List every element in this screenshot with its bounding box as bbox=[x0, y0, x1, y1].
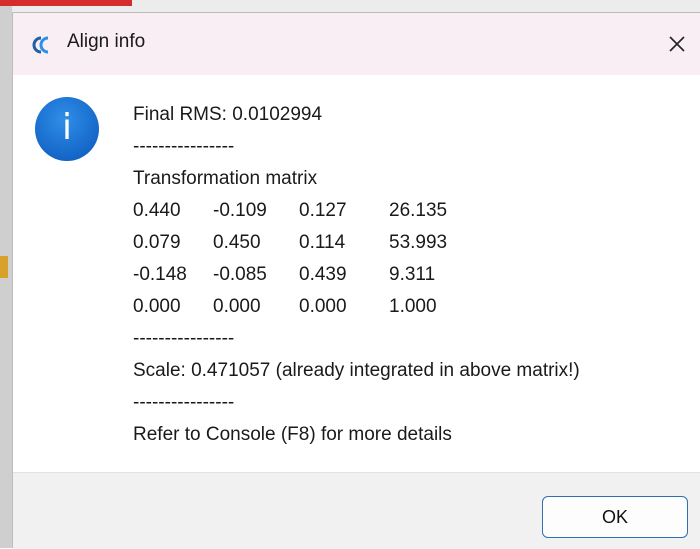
matrix-cell: 0.127 bbox=[299, 200, 347, 221]
matrix-row: 0.000 0.000 0.000 1.000 bbox=[133, 291, 580, 323]
matrix-cell: 0.000 bbox=[299, 296, 347, 317]
matrix-cell: 53.993 bbox=[389, 232, 448, 253]
matrix-cell: 26.135 bbox=[389, 200, 448, 221]
ok-button[interactable]: OK bbox=[542, 496, 688, 538]
final-rms-text: Final RMS: 0.0102994 bbox=[133, 104, 323, 125]
matrix-cell: 0.440 bbox=[133, 200, 181, 221]
matrix-cell: 9.311 bbox=[389, 264, 436, 285]
close-icon bbox=[669, 36, 685, 52]
message-text: Final RMS: 0.0102994 ---------------- Tr… bbox=[133, 99, 580, 451]
title-bar: Align info bbox=[13, 13, 700, 75]
matrix-cell: 0.000 bbox=[213, 296, 261, 317]
matrix-row: -0.148 -0.085 0.439 9.311 bbox=[133, 259, 580, 291]
matrix-cell: 1.000 bbox=[389, 296, 437, 317]
separator-text: ---------------- bbox=[133, 392, 235, 413]
button-bar: OK bbox=[13, 472, 700, 549]
matrix-cell: 0.079 bbox=[133, 232, 181, 253]
scale-text: Scale: 0.471057 (already integrated in a… bbox=[133, 360, 580, 381]
separator-text: ---------------- bbox=[133, 328, 235, 349]
background-accent-strip-2 bbox=[0, 256, 8, 278]
align-info-dialog: Align info i Final RMS: 0.0102994 ------… bbox=[12, 12, 700, 549]
matrix-row: 0.079 0.450 0.114 53.993 bbox=[133, 227, 580, 259]
matrix-cell: 0.000 bbox=[133, 296, 181, 317]
matrix-label: Transformation matrix bbox=[133, 168, 318, 189]
matrix-row: 0.440 -0.109 0.127 26.135 bbox=[133, 195, 580, 227]
matrix-cell: -0.109 bbox=[213, 200, 267, 221]
separator-text: ---------------- bbox=[133, 136, 235, 157]
console-hint-text: Refer to Console (F8) for more details bbox=[133, 424, 452, 445]
matrix-cell: -0.148 bbox=[133, 264, 187, 285]
info-icon: i bbox=[35, 97, 99, 161]
background-accent-strip bbox=[0, 0, 132, 6]
cloudcompare-icon bbox=[31, 35, 55, 55]
matrix-cell: 0.114 bbox=[299, 232, 346, 253]
close-button[interactable] bbox=[660, 27, 694, 61]
matrix-cell: -0.085 bbox=[213, 264, 267, 285]
window-title: Align info bbox=[67, 31, 146, 52]
matrix-cell: 0.450 bbox=[213, 232, 261, 253]
matrix-cell: 0.439 bbox=[299, 264, 347, 285]
